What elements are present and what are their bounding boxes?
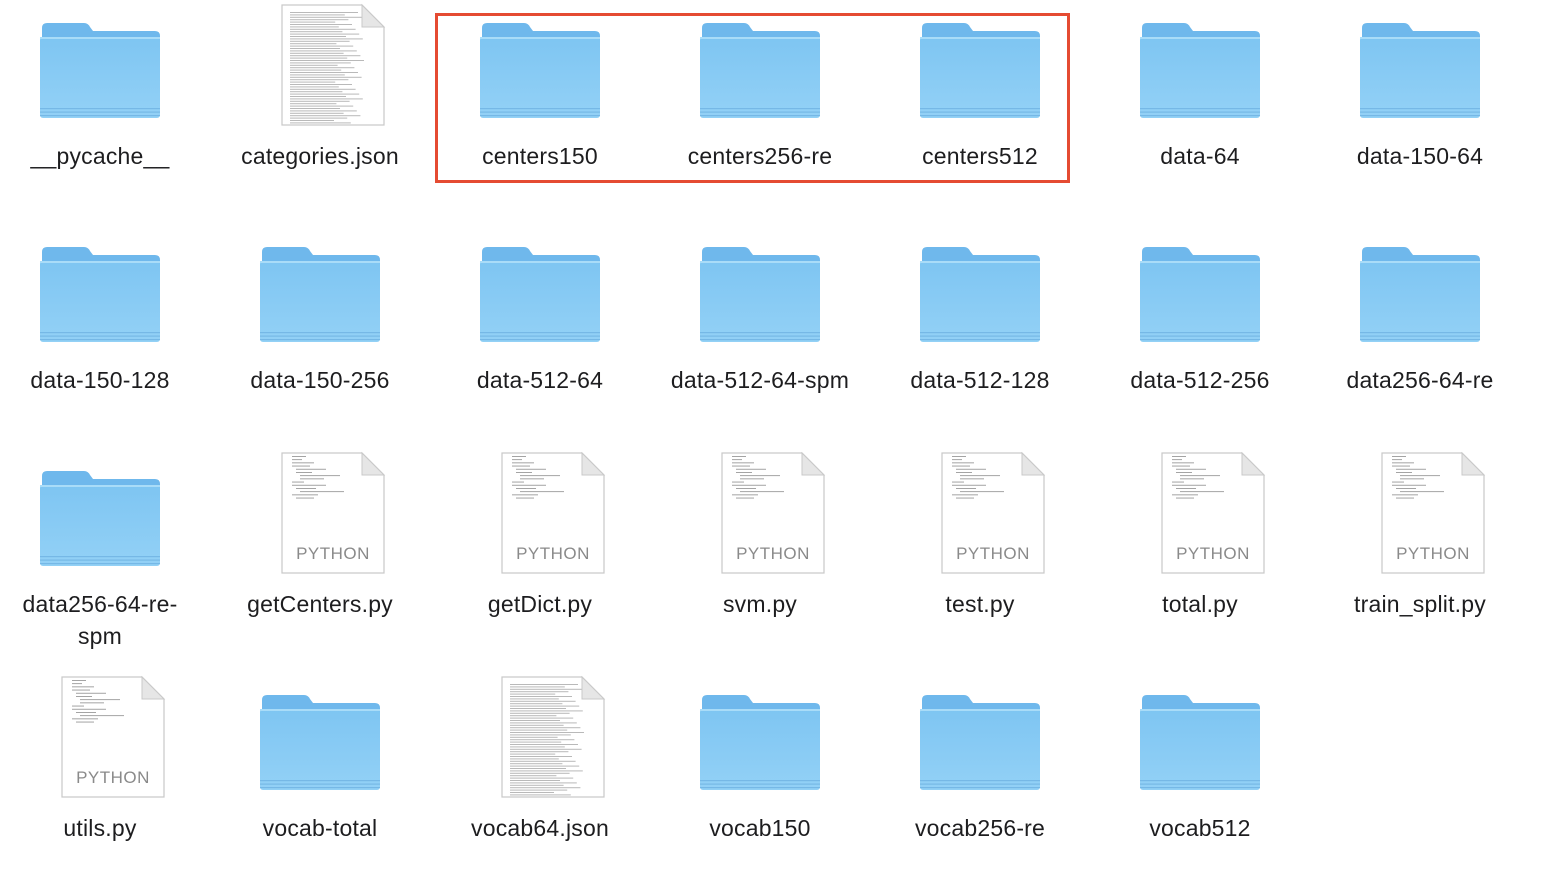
item-label: vocab-total: [262, 815, 378, 841]
item-label: total.py: [1162, 591, 1238, 617]
item-label: data256-64-re-spm: [22, 591, 178, 649]
folder-item-data-64[interactable]: data-64: [1100, 0, 1300, 210]
item-label: centers150: [482, 143, 598, 169]
folder-icon: [0, 0, 200, 140]
item-label: data-150-256: [250, 367, 390, 393]
file-type-badge: PYTHON: [76, 768, 150, 787]
item-label: data-512-256: [1130, 367, 1270, 393]
finder-icon-grid: __pycache__ categories.json centers150 cent…: [0, 0, 1544, 876]
item-label: data-512-128: [910, 367, 1050, 393]
folder-icon: [1320, 0, 1520, 140]
item-label: svm.py: [722, 591, 798, 617]
folder-icon: [660, 224, 860, 364]
folder-item-data256-64-re[interactable]: data256-64-re: [1320, 224, 1520, 434]
folder-icon: [1320, 224, 1520, 364]
item-label: data-512-64: [476, 367, 604, 393]
folder-icon: [1100, 224, 1300, 364]
folder-icon: [220, 224, 420, 364]
folder-icon: [0, 448, 200, 588]
file-type-badge: PYTHON: [1176, 544, 1250, 563]
file-item-train-split-py[interactable]: PYTHON train_split.py: [1320, 448, 1520, 658]
python-file-icon: PYTHON: [1100, 448, 1300, 588]
python-file-icon: PYTHON: [660, 448, 860, 588]
item-label: vocab150: [709, 815, 811, 841]
item-label: getDict.py: [487, 591, 593, 617]
file-item-vocab64-json[interactable]: vocab64.json: [440, 672, 640, 882]
item-label: utils.py: [63, 815, 137, 841]
folder-item-data-150-64[interactable]: data-150-64: [1320, 0, 1520, 210]
file-item-categories-json[interactable]: categories.json: [220, 0, 420, 210]
file-item-svm-py[interactable]: PYTHON svm.py: [660, 448, 860, 658]
item-label: vocab64.json: [471, 815, 609, 841]
folder-icon: [880, 672, 1080, 812]
folder-icon: [660, 0, 860, 140]
item-label: data-64: [1160, 143, 1240, 169]
folder-item-data-512-64[interactable]: data-512-64: [440, 224, 640, 434]
folder-item-data-512-64-spm[interactable]: data-512-64-spm: [660, 224, 860, 434]
item-label: categories.json: [241, 143, 399, 169]
folder-item-data-150-256[interactable]: data-150-256: [220, 224, 420, 434]
folder-icon: [1100, 0, 1300, 140]
folder-item-centers256-re[interactable]: centers256-re: [660, 0, 860, 210]
folder-item-centers150[interactable]: centers150: [440, 0, 640, 210]
folder-icon: [880, 224, 1080, 364]
folder-icon: [440, 224, 640, 364]
folder-item-data256-64-re-spm[interactable]: data256-64-re-spm: [0, 448, 200, 658]
json-file-icon: [220, 0, 420, 140]
folder-item-vocab256-re[interactable]: vocab256-re: [880, 672, 1080, 882]
file-item-utils-py[interactable]: PYTHON utils.py: [0, 672, 200, 882]
folder-icon: [1100, 672, 1300, 812]
folder-item-vocab150[interactable]: vocab150: [660, 672, 860, 882]
file-type-badge: PYTHON: [516, 544, 590, 563]
item-label: centers512: [922, 143, 1038, 169]
folder-icon: [880, 0, 1080, 140]
file-type-badge: PYTHON: [296, 544, 370, 563]
file-item-total-py[interactable]: PYTHON total.py: [1100, 448, 1300, 658]
file-item-getdict-py[interactable]: PYTHON getDict.py: [440, 448, 640, 658]
folder-icon: [660, 672, 860, 812]
folder-icon: [220, 672, 420, 812]
folder-item-data-512-128[interactable]: data-512-128: [880, 224, 1080, 434]
python-file-icon: PYTHON: [880, 448, 1080, 588]
python-file-icon: PYTHON: [1320, 448, 1520, 588]
item-label: data-512-64-spm: [670, 367, 850, 393]
item-label: data-150-64: [1356, 143, 1484, 169]
json-file-icon: [440, 672, 640, 812]
item-label: vocab512: [1149, 815, 1251, 841]
item-label: data-150-128: [30, 367, 170, 393]
item-label: test.py: [945, 591, 1015, 617]
folder-item-vocab-total[interactable]: vocab-total: [220, 672, 420, 882]
file-type-badge: PYTHON: [736, 544, 810, 563]
file-type-badge: PYTHON: [1396, 544, 1470, 563]
item-label: vocab256-re: [914, 815, 1046, 841]
python-file-icon: PYTHON: [220, 448, 420, 588]
item-label: __pycache__: [30, 143, 170, 169]
python-file-icon: PYTHON: [440, 448, 640, 588]
file-item-test-py[interactable]: PYTHON test.py: [880, 448, 1080, 658]
folder-item-centers512[interactable]: centers512: [880, 0, 1080, 210]
folder-item-data-150-128[interactable]: data-150-128: [0, 224, 200, 434]
file-item-getcenters-py[interactable]: PYTHON getCenters.py: [220, 448, 420, 658]
folder-item-data-512-256[interactable]: data-512-256: [1100, 224, 1300, 434]
folder-icon: [440, 0, 640, 140]
item-label: centers256-re: [687, 143, 833, 169]
folder-item-pycache[interactable]: __pycache__: [0, 0, 200, 210]
folder-icon: [0, 224, 200, 364]
item-label: train_split.py: [1354, 591, 1486, 617]
item-label: getCenters.py: [247, 591, 393, 617]
python-file-icon: PYTHON: [0, 672, 200, 812]
item-label: data256-64-re: [1346, 367, 1494, 393]
folder-item-vocab512[interactable]: vocab512: [1100, 672, 1300, 882]
file-type-badge: PYTHON: [956, 544, 1030, 563]
